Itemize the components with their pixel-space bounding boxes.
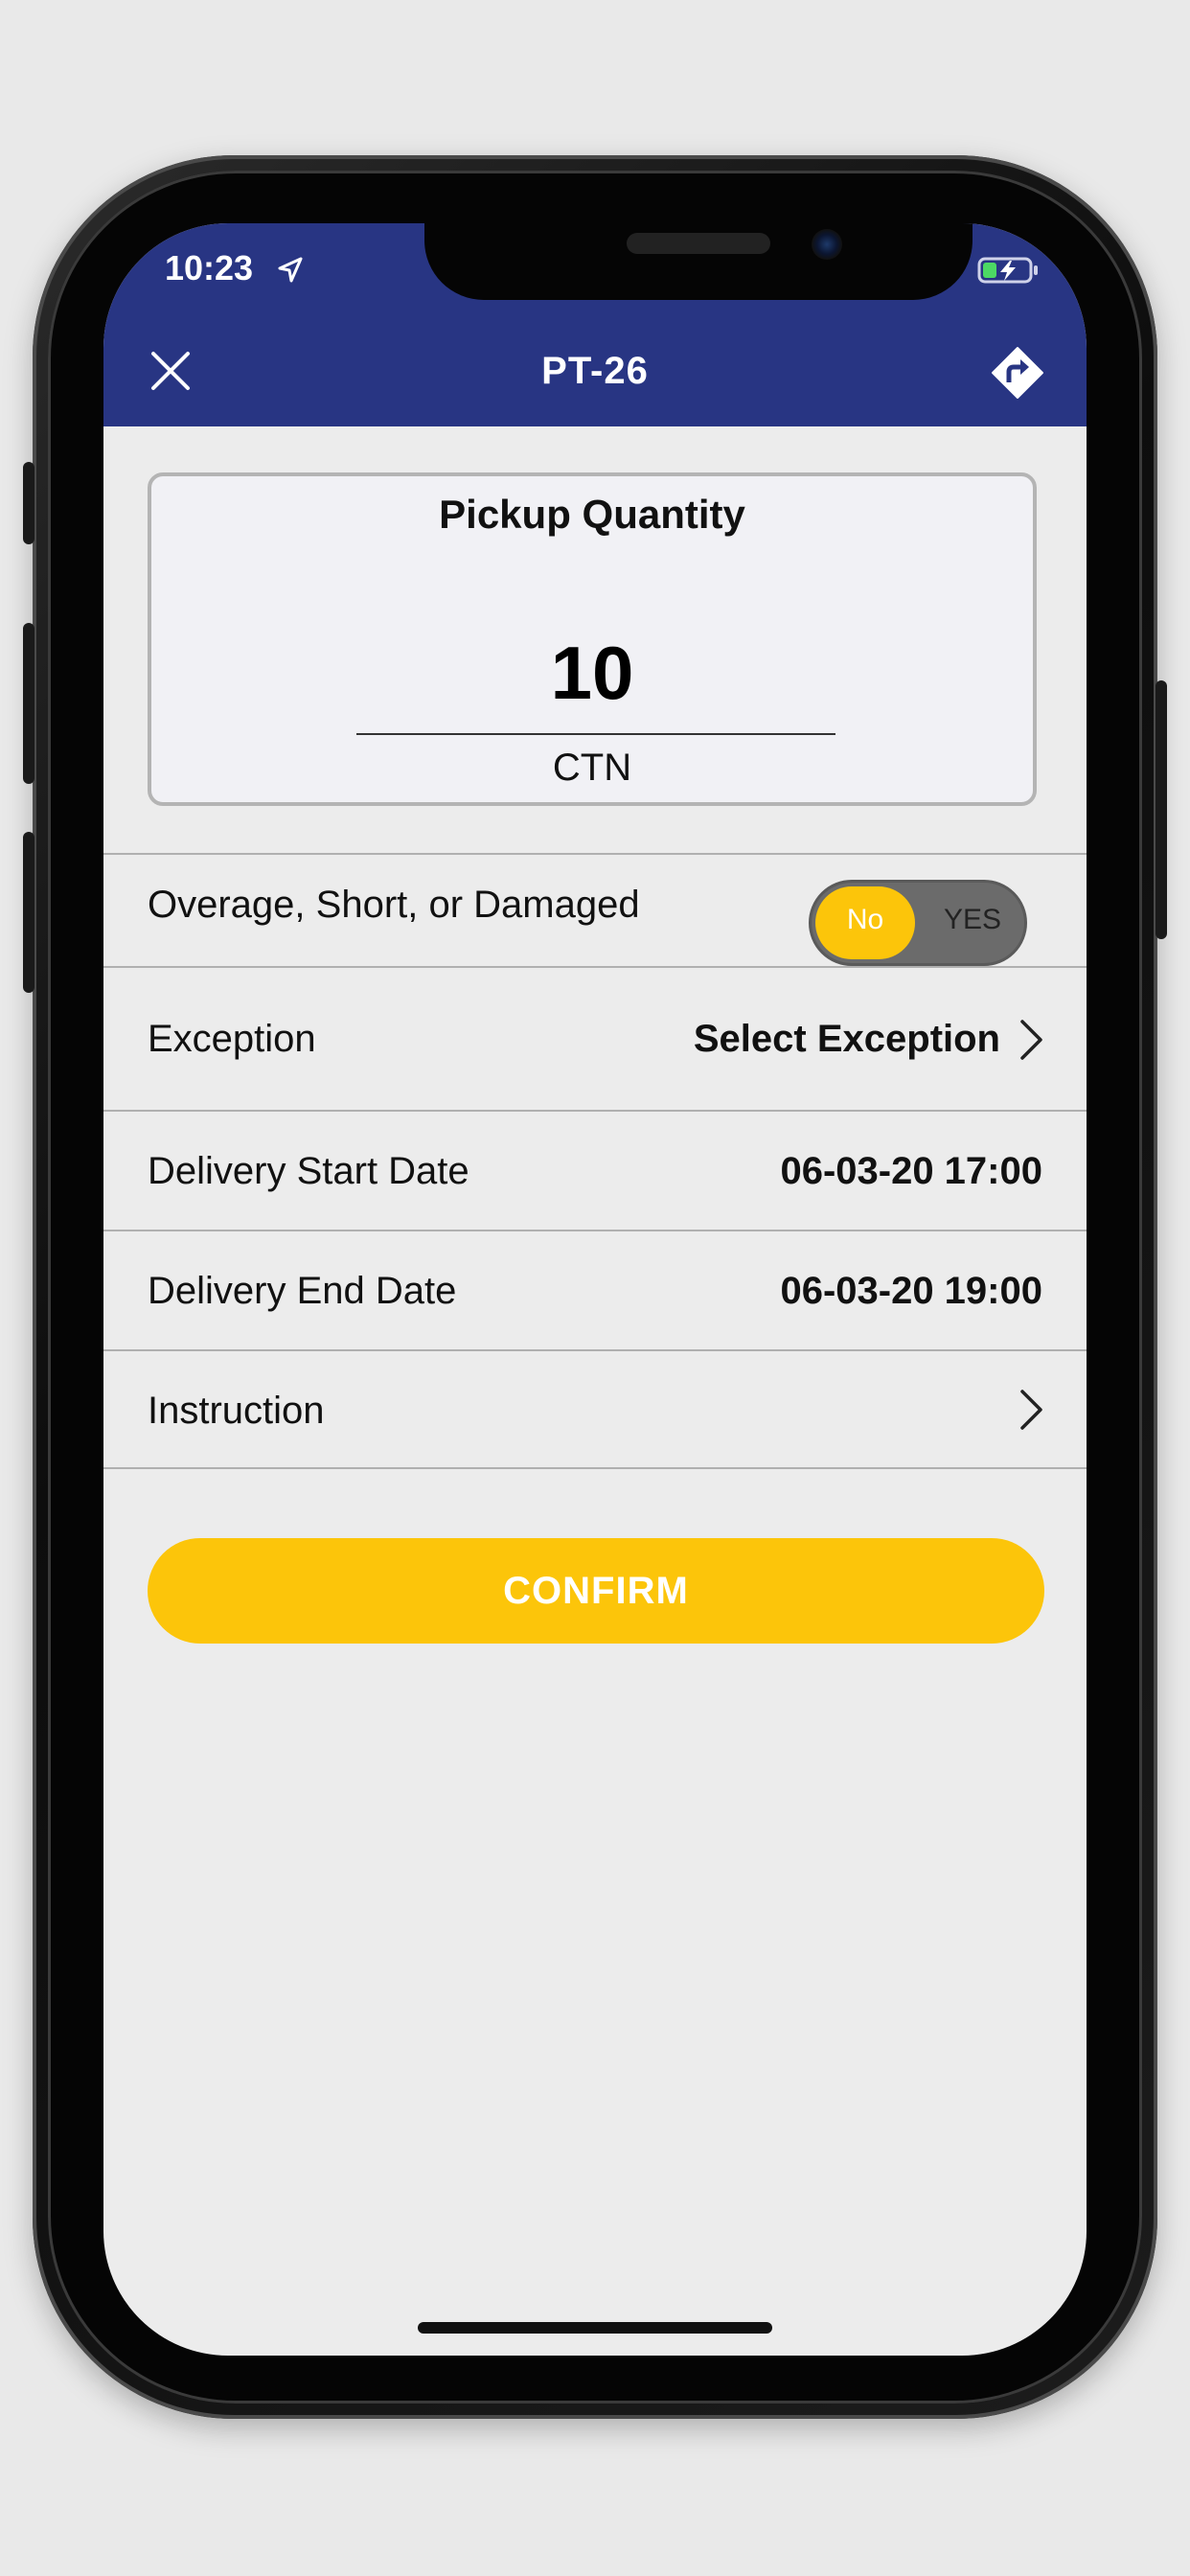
delivery-end-value: 06-03-20 19:00 xyxy=(780,1270,1042,1312)
notch xyxy=(424,223,973,300)
instruction-row[interactable]: Instruction xyxy=(103,1349,1087,1469)
delivery-end-row: Delivery End Date 06-03-20 19:00 xyxy=(103,1230,1087,1349)
pickup-quantity-input[interactable]: 10 xyxy=(151,630,1033,717)
exception-row[interactable]: Exception Select Exception xyxy=(103,966,1087,1110)
delivery-start-row: Delivery Start Date 06-03-20 17:00 xyxy=(103,1110,1087,1230)
volume-up-button xyxy=(23,623,34,784)
home-indicator xyxy=(418,2322,772,2334)
quantity-unit: CTN xyxy=(552,747,632,789)
pickup-quantity-title: Pickup Quantity xyxy=(439,492,745,537)
chevron-right-icon xyxy=(1020,1020,1042,1060)
confirm-button[interactable]: CONFIRM xyxy=(148,1538,1044,1644)
exception-label: Exception xyxy=(148,1018,316,1060)
delivery-end-label: Delivery End Date xyxy=(148,1270,457,1312)
osd-toggle[interactable]: No YES xyxy=(809,880,1027,966)
page-title: PT-26 xyxy=(541,350,649,392)
location-arrow-icon xyxy=(278,257,303,283)
mute-switch xyxy=(23,462,34,544)
speaker-grille xyxy=(627,233,770,254)
front-camera xyxy=(812,229,842,260)
status-time: 10:23 xyxy=(165,248,254,288)
chevron-right-icon xyxy=(1020,1390,1042,1430)
osd-row: Overage, Short, or Damaged No YES xyxy=(103,853,1087,966)
instruction-label: Instruction xyxy=(148,1390,325,1432)
directions-icon[interactable] xyxy=(991,346,1044,400)
osd-label: Overage, Short, or Damaged xyxy=(148,884,640,926)
battery-charging-icon xyxy=(977,257,1038,284)
pickup-quantity-card: Pickup Quantity 10 CTN xyxy=(148,472,1037,806)
toggle-yes-label[interactable]: YES xyxy=(925,904,1020,936)
exception-value: Select Exception xyxy=(693,1018,1000,1060)
power-button xyxy=(1156,680,1167,939)
delivery-start-value: 06-03-20 17:00 xyxy=(780,1150,1042,1192)
toggle-no-label[interactable]: No xyxy=(815,904,915,936)
app-screen: 10:23 PT-26 Pickup Quantity 10 CTN Overa… xyxy=(103,223,1087,2356)
quantity-underline xyxy=(356,733,835,735)
delivery-start-label: Delivery Start Date xyxy=(148,1150,469,1192)
volume-down-button xyxy=(23,832,34,993)
